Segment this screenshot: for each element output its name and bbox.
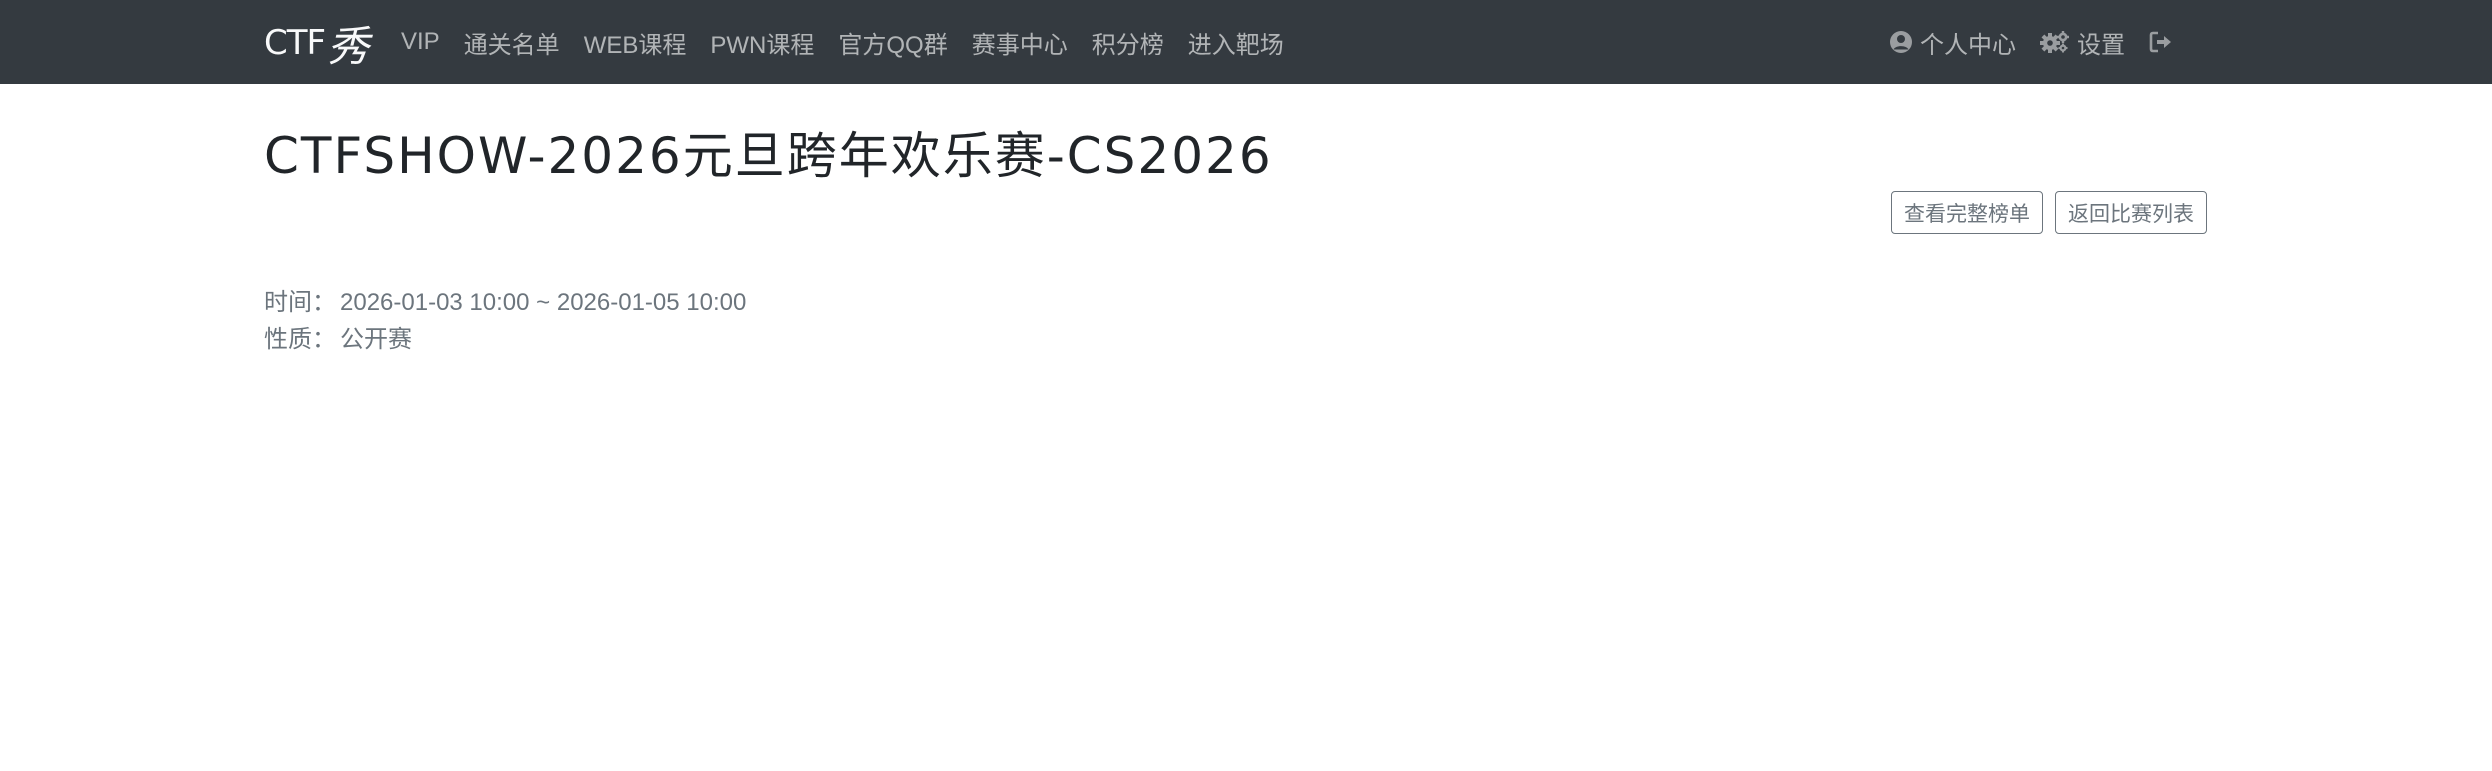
back-to-contest-list-button[interactable]: 返回比赛列表	[2055, 191, 2207, 234]
nav-web-course[interactable]: WEB课程	[572, 25, 699, 60]
nav-events-center[interactable]: 赛事中心	[960, 25, 1080, 60]
type-label: 性质：	[264, 326, 336, 353]
type-value: 公开赛	[340, 326, 412, 353]
profile-label: 个人中心	[1920, 31, 2016, 59]
user-circle-icon	[1890, 31, 1912, 53]
main-nav: VIP 通关名单 WEB课程 PWN课程 官方QQ群 赛事中心 积分榜 进入靶场	[389, 0, 1296, 84]
page-actions: 查看完整榜单 返回比赛列表	[1891, 191, 2207, 234]
logo-mark: 秀	[327, 21, 370, 71]
nav-clearance-list[interactable]: 通关名单	[452, 25, 572, 60]
time-value: 2026-01-03 10:00 ~ 2026-01-05 10:00	[340, 289, 747, 316]
nav-logout[interactable]	[2137, 30, 2192, 54]
view-full-leaderboard-button[interactable]: 查看完整榜单	[1891, 191, 2043, 234]
nav-settings[interactable]: 设置	[2028, 25, 2137, 60]
site-logo[interactable]: CTF 秀	[264, 18, 369, 71]
time-label: 时间：	[264, 289, 336, 316]
type-row: 性质： 公开赛	[264, 321, 746, 358]
nav-scoreboard[interactable]: 积分榜	[1080, 25, 1176, 60]
nav-pwn-course[interactable]: PWN课程	[698, 25, 826, 60]
time-row: 时间： 2026-01-03 10:00 ~ 2026-01-05 10:00	[264, 284, 746, 321]
nav-profile[interactable]: 个人中心	[1877, 25, 2028, 60]
nav-vip[interactable]: VIP	[389, 28, 452, 56]
user-nav: 个人中心 设置	[1877, 0, 2192, 84]
sign-out-icon	[2149, 31, 2171, 53]
top-navbar: CTF 秀 VIP 通关名单 WEB课程 PWN课程 官方QQ群 赛事中心 积分…	[0, 0, 2492, 84]
nav-qq-group[interactable]: 官方QQ群	[826, 25, 959, 60]
settings-label: 设置	[2077, 31, 2125, 59]
page-title: CTFSHOW-2026元旦跨年欢乐赛-CS2026	[264, 127, 1273, 185]
nav-enter-range[interactable]: 进入靶场	[1176, 25, 1296, 60]
logo-text: CTF	[264, 23, 326, 63]
contest-info: 时间： 2026-01-03 10:00 ~ 2026-01-05 10:00 …	[264, 284, 746, 358]
gears-icon	[2040, 31, 2069, 53]
